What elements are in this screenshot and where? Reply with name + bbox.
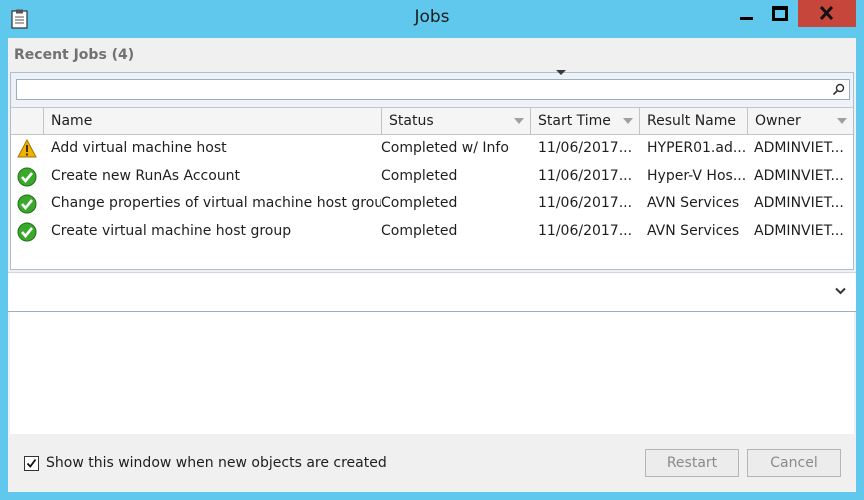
job-start-time: 11/06/2017...: [538, 222, 633, 239]
job-start-time: 11/06/2017...: [538, 140, 633, 156]
minimize-icon[interactable]: [731, 0, 761, 27]
show-window-label: Show this window when new objects are cr…: [46, 455, 387, 471]
jobs-grid: Name Status Start Time Result Name Owner…: [10, 72, 854, 270]
jobs-list: Add virtual machine host Completed w/ In…: [11, 135, 853, 245]
table-row[interactable]: Create virtual machine host group Comple…: [11, 218, 853, 246]
job-status: Completed: [381, 222, 458, 239]
column-header-result-name[interactable]: Result Name: [640, 108, 748, 134]
search-input[interactable]: [16, 79, 850, 100]
chevron-down-icon[interactable]: [835, 287, 846, 295]
details-expander[interactable]: [8, 272, 856, 312]
job-owner: ADMINVIET...: [754, 195, 844, 211]
window-client: Recent Jobs (4) Name Status Start Time R…: [8, 38, 856, 492]
search-row: [11, 73, 853, 107]
job-result-name: AVN Services: [647, 195, 740, 211]
job-status: Completed: [381, 195, 458, 211]
owner-filter-dropdown-icon[interactable]: [837, 118, 847, 124]
cancel-button[interactable]: Cancel: [747, 449, 841, 477]
sort-descending-icon: [556, 70, 566, 75]
column-header-icon[interactable]: [11, 108, 44, 134]
job-result-name: AVN Services: [647, 222, 740, 239]
status-filter-dropdown-icon[interactable]: [514, 118, 524, 124]
job-result-name: Hyper-V Hos...: [647, 167, 747, 184]
column-header-row: Name Status Start Time Result Name Owner: [11, 107, 853, 135]
recent-jobs-header[interactable]: Recent Jobs (4): [8, 38, 856, 72]
success-check-icon: [17, 167, 37, 186]
column-header-status[interactable]: Status: [382, 108, 531, 134]
column-header-name[interactable]: Name: [44, 108, 382, 134]
job-status: Completed: [381, 167, 458, 184]
job-name: Create new RunAs Account: [51, 167, 241, 184]
recent-jobs-label: Recent Jobs (4): [14, 47, 135, 63]
success-check-icon: [17, 222, 37, 241]
column-header-start-time[interactable]: Start Time: [531, 108, 640, 134]
job-owner: ADMINVIET...: [754, 222, 844, 239]
job-name: Create virtual machine host group: [51, 222, 292, 239]
warning-icon: [17, 139, 37, 158]
start-time-filter-dropdown-icon[interactable]: [623, 118, 633, 124]
show-window-checkbox[interactable]: [24, 456, 39, 471]
restart-button[interactable]: Restart: [645, 449, 739, 477]
dialog-footer: Show this window when new objects are cr…: [8, 434, 856, 492]
job-details-panel: [10, 312, 854, 434]
table-row[interactable]: Change properties of virtual machine hos…: [11, 190, 853, 218]
job-name: Add virtual machine host: [51, 140, 227, 156]
job-result-name: HYPER01.ad...: [647, 140, 747, 156]
column-header-owner[interactable]: Owner: [748, 108, 853, 134]
jobs-window: Jobs Recent Jobs (4) Name Status Start T…: [0, 0, 864, 500]
job-owner: ADMINVIET...: [754, 140, 844, 156]
job-name: Change properties of virtual machine hos…: [51, 195, 381, 211]
table-row[interactable]: Add virtual machine host Completed w/ In…: [11, 135, 853, 163]
success-check-icon: [17, 194, 37, 214]
title-bar[interactable]: Jobs: [0, 0, 864, 38]
search-icon[interactable]: [832, 83, 845, 96]
job-owner: ADMINVIET...: [754, 167, 844, 184]
close-icon[interactable]: [798, 0, 856, 27]
maximize-icon[interactable]: [764, 0, 794, 27]
table-row[interactable]: Create new RunAs Account Completed 11/06…: [11, 163, 853, 191]
job-start-time: 11/06/2017...: [538, 167, 633, 184]
job-start-time: 11/06/2017...: [538, 195, 633, 211]
job-status: Completed w/ Info: [381, 140, 509, 156]
